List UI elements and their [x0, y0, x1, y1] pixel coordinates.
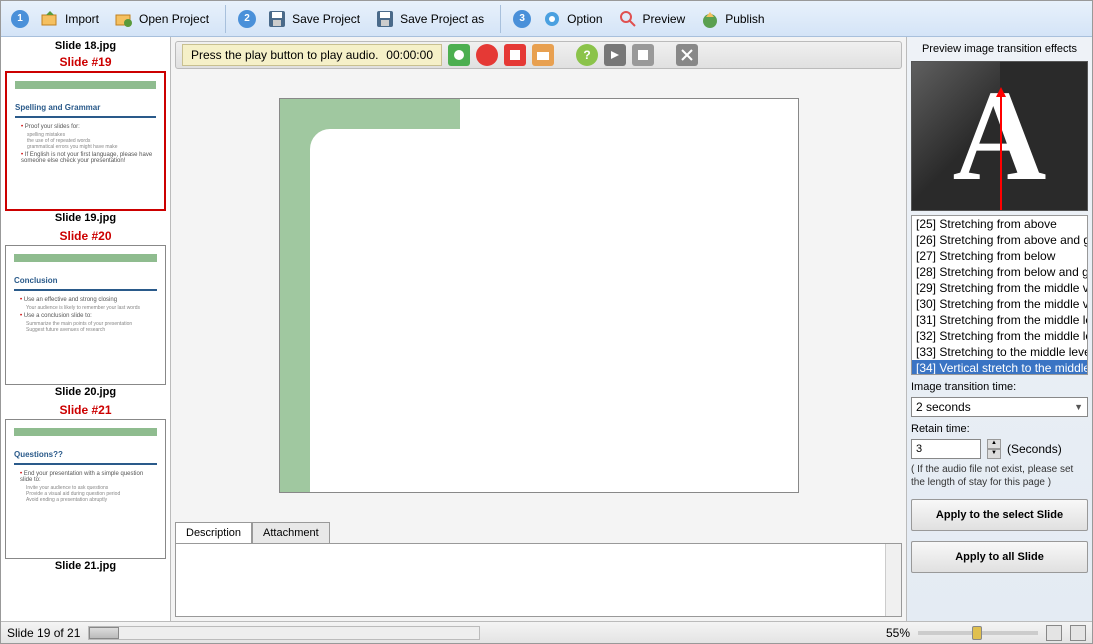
import-label: Import: [65, 12, 99, 26]
save-icon: [266, 8, 288, 30]
effect-item[interactable]: [29] Stretching from the middle v: [912, 280, 1087, 296]
effect-item[interactable]: [30] Stretching from the middle v: [912, 296, 1087, 312]
preview-label: Preview: [643, 12, 686, 26]
description-textarea[interactable]: [175, 543, 902, 617]
effect-item[interactable]: [27] Stretching from below: [912, 248, 1087, 264]
spinner-down[interactable]: ▼: [987, 449, 1001, 459]
retain-unit-label: (Seconds): [1007, 442, 1062, 456]
preview-icon: [617, 8, 639, 30]
option-label: Option: [567, 12, 602, 26]
audio-help-button[interactable]: ?: [576, 44, 598, 66]
effect-list[interactable]: [25] Stretching from above[26] Stretchin…: [911, 215, 1088, 375]
effect-item[interactable]: [34] Vertical stretch to the middle: [912, 360, 1087, 375]
slide-counter: Slide 19 of 21: [7, 626, 80, 640]
retain-time-input[interactable]: [911, 439, 981, 459]
save-project-as-button[interactable]: Save Project as: [370, 6, 488, 32]
audio-info-button[interactable]: [448, 44, 470, 66]
slide-21-thumb[interactable]: Slide #21 Questions?? End your presentat…: [3, 401, 168, 573]
slide-21-filename: Slide 21.jpg: [3, 559, 168, 573]
slide-20-filename: Slide 20.jpg: [3, 385, 168, 399]
open-project-button[interactable]: Open Project: [109, 6, 213, 32]
effect-item[interactable]: [33] Stretching to the middle leve: [912, 344, 1087, 360]
slide-19-filename: Slide 19.jpg: [3, 211, 168, 225]
open-project-label: Open Project: [139, 12, 209, 26]
slide-thumbnail-panel[interactable]: Slide 18.jpg Slide #19 Spelling and Gram…: [1, 37, 171, 621]
effect-item[interactable]: [32] Stretching from the middle le: [912, 328, 1087, 344]
status-bar: Slide 19 of 21 55%: [1, 621, 1092, 643]
slide-18-filename: Slide 18.jpg: [3, 39, 168, 53]
publish-icon: [699, 8, 721, 30]
effect-item[interactable]: [31] Stretching from the middle le: [912, 312, 1087, 328]
apply-to-all-button[interactable]: Apply to all Slide: [911, 541, 1088, 573]
publish-label: Publish: [725, 12, 764, 26]
scrollbar-thumb[interactable]: [89, 627, 119, 639]
step-3-badge: 3: [513, 10, 531, 28]
view-mode-1-button[interactable]: [1046, 625, 1062, 641]
audio-pause-button[interactable]: [632, 44, 654, 66]
tab-description[interactable]: Description: [175, 522, 252, 544]
slide-20-thumb[interactable]: Slide #20 Conclusion Use an effective an…: [3, 227, 168, 399]
audio-status-box: Press the play button to play audio. 00:…: [182, 44, 442, 66]
option-button[interactable]: Option: [537, 6, 606, 32]
audio-record-button[interactable]: [476, 44, 498, 66]
zoom-level: 55%: [886, 626, 910, 640]
retain-note: ( If the audio file not exist, please se…: [911, 463, 1088, 489]
transition-time-combo[interactable]: 2 seconds ▼: [911, 397, 1088, 417]
audio-tools-button[interactable]: [676, 44, 698, 66]
transition-effects-panel: Preview image transition effects A [25] …: [906, 37, 1092, 621]
preview-button[interactable]: Preview: [613, 6, 690, 32]
view-mode-2-button[interactable]: [1070, 625, 1086, 641]
preview-slide: [279, 98, 799, 493]
audio-control-bar: Press the play button to play audio. 00:…: [175, 41, 902, 69]
description-scrollbar[interactable]: [885, 544, 901, 616]
publish-button[interactable]: Publish: [695, 6, 768, 32]
open-project-icon: [113, 8, 135, 30]
save-project-label: Save Project: [292, 12, 360, 26]
chevron-down-icon: ▼: [1074, 402, 1083, 412]
save-as-icon: [374, 8, 396, 30]
tab-attachment[interactable]: Attachment: [252, 522, 330, 544]
audio-open-button[interactable]: [532, 44, 554, 66]
effect-item[interactable]: [26] Stretching from above and g: [912, 232, 1087, 248]
audio-play-button[interactable]: [604, 44, 626, 66]
zoom-slider-knob[interactable]: [972, 626, 982, 640]
retain-time-label: Retain time:: [911, 423, 1088, 435]
slide-19-title: Slide #19: [3, 53, 168, 71]
audio-time: 00:00:00: [386, 48, 433, 62]
annotation-arrow: [1000, 90, 1002, 210]
step-1-badge: 1: [11, 10, 29, 28]
audio-stop-button[interactable]: [504, 44, 526, 66]
slide-19-thumb[interactable]: Slide #19 Spelling and Grammar Proof you…: [3, 53, 168, 225]
retain-time-spinner[interactable]: ▲ ▼: [987, 439, 1001, 459]
effect-item[interactable]: [25] Stretching from above: [912, 216, 1087, 232]
save-project-as-label: Save Project as: [400, 12, 484, 26]
spinner-up[interactable]: ▲: [987, 439, 1001, 449]
import-button[interactable]: Import: [35, 6, 103, 32]
save-project-button[interactable]: Save Project: [262, 6, 364, 32]
import-icon: [39, 8, 61, 30]
description-panel: Description Attachment: [175, 522, 902, 617]
transition-preview: A: [911, 61, 1088, 211]
effect-item[interactable]: [28] Stretching from below and g: [912, 264, 1087, 280]
slide-20-title: Slide #20: [3, 227, 168, 245]
main-toolbar: 1 Import Open Project 2 Save Project Sav…: [1, 1, 1092, 37]
apply-to-selected-button[interactable]: Apply to the select Slide: [911, 499, 1088, 531]
horizontal-scrollbar[interactable]: [88, 626, 480, 640]
option-icon: [541, 8, 563, 30]
slide-preview-area: [175, 73, 902, 518]
audio-prompt: Press the play button to play audio.: [191, 48, 378, 62]
slide-21-title: Slide #21: [3, 401, 168, 419]
zoom-slider[interactable]: [918, 631, 1038, 635]
transition-time-label: Image transition time:: [911, 381, 1088, 393]
transition-panel-title: Preview image transition effects: [911, 41, 1088, 57]
step-2-badge: 2: [238, 10, 256, 28]
